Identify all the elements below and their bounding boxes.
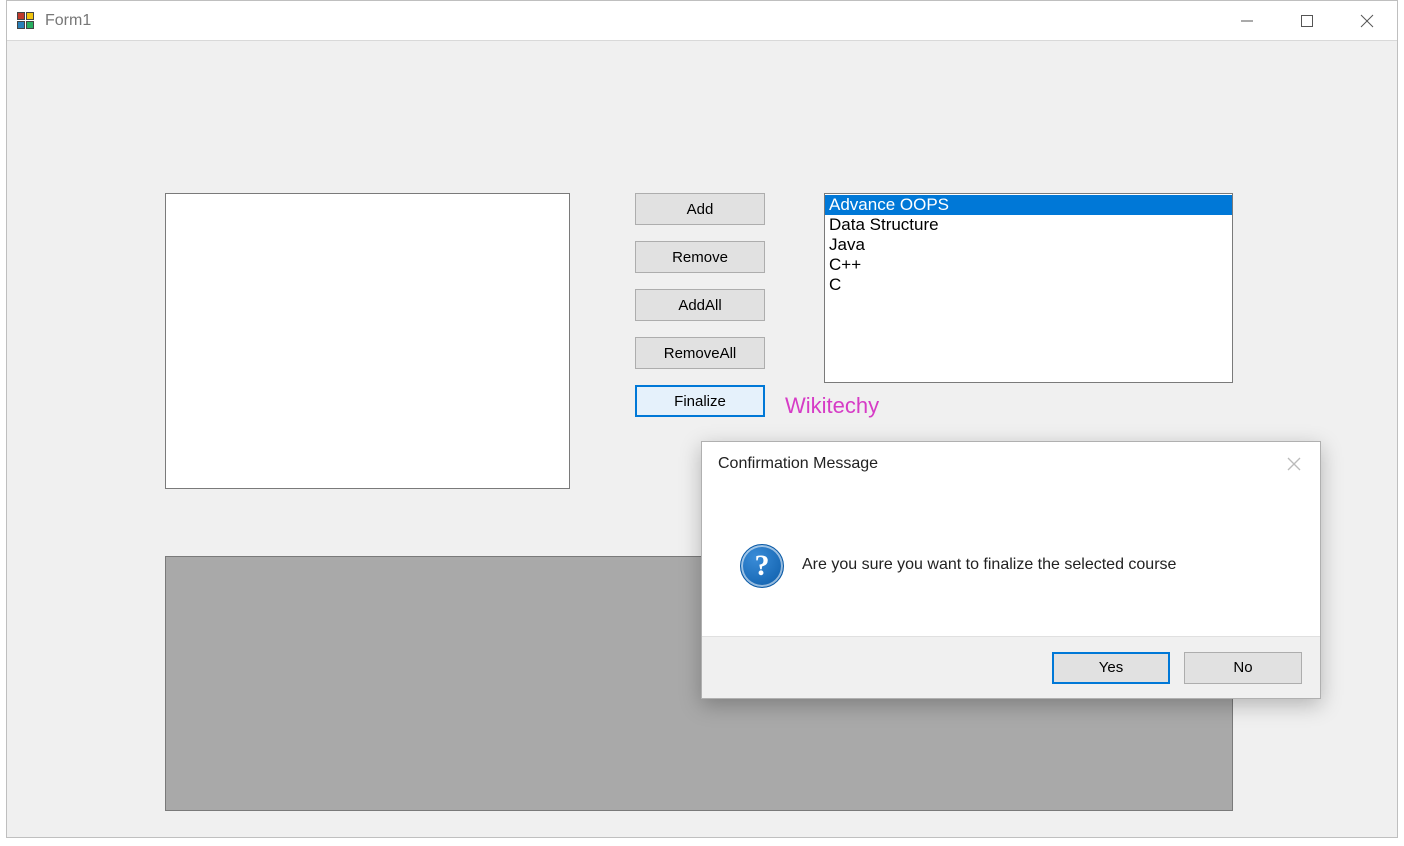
right-listbox[interactable]: Advance OOPSData StructureJavaC++C: [824, 193, 1233, 383]
button-label: No: [1233, 659, 1252, 676]
close-button[interactable]: [1337, 1, 1397, 41]
list-item[interactable]: C: [825, 275, 1232, 295]
dialog-title: Confirmation Message: [718, 455, 878, 473]
minimize-icon: [1240, 14, 1254, 28]
minimize-button[interactable]: [1217, 1, 1277, 41]
main-window: Form1 Add Remove AddAll RemoveAll: [6, 0, 1398, 838]
dialog-titlebar[interactable]: Confirmation Message: [702, 442, 1320, 486]
maximize-button[interactable]: [1277, 1, 1337, 41]
left-listbox[interactable]: [165, 193, 570, 489]
yes-button[interactable]: Yes: [1052, 652, 1170, 684]
list-item[interactable]: Advance OOPS: [825, 195, 1232, 215]
dialog-message: Are you sure you want to finalize the se…: [802, 556, 1300, 574]
finalize-button[interactable]: Finalize: [635, 385, 765, 417]
list-item[interactable]: C++: [825, 255, 1232, 275]
addall-button[interactable]: AddAll: [635, 289, 765, 321]
add-button[interactable]: Add: [635, 193, 765, 225]
question-icon: ?: [740, 544, 784, 588]
app-icon: [17, 12, 35, 30]
dialog-footer: Yes No: [702, 636, 1320, 698]
list-item[interactable]: Java: [825, 235, 1232, 255]
no-button[interactable]: No: [1184, 652, 1302, 684]
removeall-button[interactable]: RemoveAll: [635, 337, 765, 369]
dialog-body: ? Are you sure you want to finalize the …: [702, 486, 1320, 638]
watermark-text: Wikitechy: [785, 393, 879, 419]
window-title: Form1: [45, 12, 91, 30]
button-label: RemoveAll: [664, 345, 737, 362]
client-area: Add Remove AddAll RemoveAll Finalize Adv…: [7, 41, 1397, 837]
button-label: Add: [687, 201, 714, 218]
confirmation-dialog: Confirmation Message ? Are you sure you …: [701, 441, 1321, 699]
titlebar[interactable]: Form1: [7, 1, 1397, 41]
window-controls: [1217, 1, 1397, 41]
close-icon: [1360, 14, 1374, 28]
button-label: AddAll: [678, 297, 721, 314]
list-item[interactable]: Data Structure: [825, 215, 1232, 235]
button-label: Remove: [672, 249, 728, 266]
maximize-icon: [1300, 14, 1314, 28]
close-icon: [1287, 457, 1301, 471]
button-label: Yes: [1099, 659, 1123, 676]
dialog-close-button[interactable]: [1268, 442, 1320, 486]
remove-button[interactable]: Remove: [635, 241, 765, 273]
button-label: Finalize: [674, 393, 726, 410]
